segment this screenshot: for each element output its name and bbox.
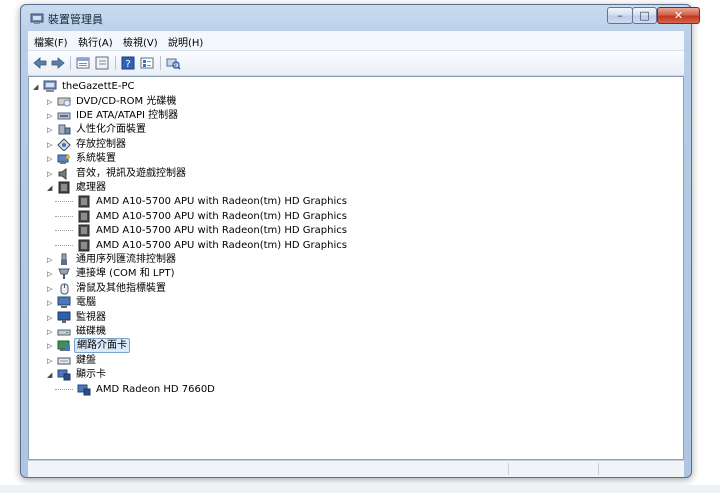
maximize-button[interactable]: □	[632, 7, 657, 24]
processor-icon	[78, 239, 90, 251]
tree-connector	[55, 201, 73, 203]
sound-icon	[58, 167, 67, 180]
expand-arrow-icon[interactable]: ▷	[47, 314, 55, 322]
expand-arrow-icon[interactable]: ▷	[47, 141, 55, 149]
collapse-arrow-icon[interactable]: ◢	[47, 184, 55, 192]
hid-icon	[58, 124, 71, 135]
show-hide-icon[interactable]	[94, 55, 110, 71]
expand-arrow-icon[interactable]: ▷	[47, 299, 55, 307]
disk-drive-icon	[57, 329, 71, 336]
port-icon	[58, 268, 70, 280]
close-button[interactable]: ✕	[657, 7, 700, 24]
computer-icon	[43, 80, 57, 92]
tree-category-label: 系統裝置	[76, 153, 116, 165]
tree-category-label: 處理器	[76, 181, 106, 193]
tree-root-label: theGazettE-PC	[62, 81, 135, 92]
tree-category-label: 滑鼠及其他指標裝置	[76, 282, 166, 294]
toolbar-separator	[115, 56, 116, 70]
tree-device-label: AMD A10-5700 APU with Radeon(tm) HD Grap…	[96, 239, 347, 251]
monitor-icon	[57, 311, 71, 323]
tree-connector	[55, 215, 73, 217]
dvd-drive-icon	[57, 97, 71, 106]
expand-arrow-icon[interactable]: ▷	[47, 155, 55, 163]
collapse-arrow-icon[interactable]: ◢	[33, 83, 41, 91]
collapse-arrow-icon[interactable]: ◢	[47, 371, 55, 379]
help-icon[interactable]: ?	[120, 55, 136, 71]
tree-category-label: 磁碟機	[76, 325, 106, 337]
tree-category-label: 鍵盤	[76, 354, 96, 366]
processor-icon	[78, 195, 90, 208]
ide-controller-icon	[57, 112, 71, 120]
tree-category-label: 通用序列匯流排控制器	[76, 253, 176, 265]
menu-help[interactable]: 說明(H)	[168, 34, 203, 49]
tree-category-label: DVD/CD-ROM 光碟機	[76, 95, 177, 107]
menu-view[interactable]: 檢視(V)	[123, 34, 158, 49]
storage-controller-icon	[57, 137, 71, 151]
device-manager-window: 裝置管理員 – □ ✕ 檔案(F) 執行(A) 檢視(V) 說明(H) ? ◢ …	[20, 4, 700, 478]
tree-category-label: 電腦	[76, 297, 96, 309]
tree-category-label: 監視器	[76, 311, 106, 323]
status-divider	[598, 463, 599, 475]
toolbar-separator	[70, 56, 71, 70]
tree-category-label: 顯示卡	[76, 369, 106, 381]
expand-arrow-icon[interactable]: ▷	[47, 170, 55, 178]
toolbar: ?	[28, 51, 684, 76]
tree-connector	[55, 230, 73, 232]
tree-device-label: AMD A10-5700 APU with Radeon(tm) HD Grap…	[96, 210, 347, 222]
tree-category-label: 音效，視訊及遊戲控制器	[76, 167, 186, 179]
back-icon[interactable]	[32, 55, 48, 71]
scan-hardware-icon[interactable]	[165, 55, 181, 71]
expand-arrow-icon[interactable]: ▷	[47, 270, 55, 278]
minimize-button[interactable]: –	[607, 7, 633, 24]
device-manager-app-icon	[30, 13, 44, 24]
device-tree-panel[interactable]: ◢ theGazettE-PC ▷ DVD/CD-ROM 光碟機 ▷ IDE ATA/…	[28, 76, 684, 460]
expand-arrow-icon[interactable]: ▷	[47, 126, 55, 134]
expand-arrow-icon[interactable]: ▷	[47, 112, 55, 120]
expand-arrow-icon[interactable]: ▷	[47, 98, 55, 106]
tree-connector	[55, 244, 73, 246]
status-bar	[28, 460, 684, 477]
toolbar-separator	[160, 56, 161, 70]
menu-bar: 檔案(F) 執行(A) 檢視(V) 說明(H)	[28, 31, 684, 51]
display-adapter-icon	[57, 369, 71, 381]
display-adapter-icon	[77, 384, 91, 395]
tree-category-label: 網路介面卡	[74, 338, 130, 354]
mouse-icon	[60, 283, 69, 295]
tree-category-label: IDE ATA/ATAPI 控制器	[76, 109, 179, 121]
window-title: 裝置管理員	[48, 13, 103, 26]
keyboard-icon	[57, 357, 71, 365]
tree-device-label: AMD A10-5700 APU with Radeon(tm) HD Grap…	[96, 196, 347, 208]
tree-device-label: AMD Radeon HD 7660D	[96, 383, 215, 395]
expand-arrow-icon[interactable]: ▷	[47, 285, 55, 293]
expand-arrow-icon[interactable]: ▷	[47, 256, 55, 264]
tree-category-label: 人性化介面裝置	[76, 124, 146, 136]
expand-arrow-icon[interactable]: ▷	[47, 357, 55, 365]
menu-action[interactable]: 執行(A)	[78, 34, 113, 49]
processor-icon	[58, 181, 70, 194]
title-bar[interactable]: 裝置管理員 – □ ✕	[21, 5, 700, 31]
tree-category-label: 存放控制器	[76, 138, 126, 150]
tree-device-label: AMD A10-5700 APU with Radeon(tm) HD Grap…	[96, 225, 347, 237]
details-icon[interactable]	[139, 55, 155, 71]
desktop-strip	[0, 485, 720, 493]
forward-icon[interactable]	[50, 55, 66, 71]
network-adapter-icon	[57, 340, 70, 352]
tree-category-label: 連接埠 (COM 和 LPT)	[76, 268, 175, 280]
tree-connector	[55, 388, 73, 390]
processor-icon	[78, 224, 90, 237]
usb-icon	[61, 253, 67, 265]
computer-icon	[57, 296, 71, 309]
svg-text:?: ?	[125, 59, 130, 70]
menu-file[interactable]: 檔案(F)	[34, 34, 68, 49]
expand-arrow-icon[interactable]: ▷	[47, 342, 55, 350]
status-divider	[508, 463, 509, 475]
processor-icon	[78, 210, 90, 223]
system-devices-icon	[57, 154, 70, 165]
expand-arrow-icon[interactable]: ▷	[47, 328, 55, 336]
properties-icon[interactable]	[75, 55, 91, 71]
